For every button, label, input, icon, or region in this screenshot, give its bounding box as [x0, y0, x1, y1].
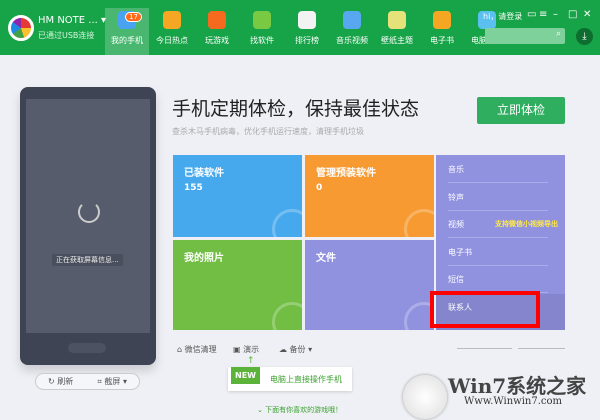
demo-button[interactable]: ▣ 演示	[233, 344, 259, 355]
media-item[interactable]: 铃声	[448, 184, 548, 211]
nav-label: 玩游戏	[205, 36, 229, 45]
device-label: HM NOTE ...	[38, 15, 98, 26]
media-item[interactable]: 电子书	[448, 239, 548, 266]
media-item[interactable]: 音乐	[448, 156, 548, 183]
wechat-label: 微信清理	[184, 345, 217, 354]
watermark-logo	[403, 375, 447, 419]
wrench-icon	[404, 209, 434, 237]
nav-label: 今日热点	[156, 36, 188, 45]
nav-tab-5[interactable]: 音乐视频	[330, 8, 374, 55]
usb-status: 已通过USB连接	[38, 31, 95, 40]
screenshot-button[interactable]: ⌗ 截屏 ▾	[97, 376, 127, 387]
nav-label: 找软件	[250, 36, 274, 45]
refresh-label: 刷新	[57, 377, 74, 386]
nav-icon	[298, 11, 316, 29]
backup-label: 备份	[289, 345, 306, 354]
update-badge: 17	[125, 12, 142, 22]
app-logo	[8, 15, 34, 41]
phone-actions: ↻ 刷新 ⌗ 截屏 ▾	[35, 373, 140, 390]
tile-preinstalled-apps[interactable]: 管理预装软件 0	[305, 155, 434, 237]
close-button[interactable]: ✕	[583, 9, 591, 20]
nav-icon	[208, 11, 226, 29]
nav-icon	[253, 11, 271, 29]
loading-spinner-icon	[78, 201, 100, 223]
tile-label: 已装软件	[184, 168, 224, 179]
arrow-up-icon: ↑	[247, 356, 255, 366]
nav-tab-7[interactable]: 电子书	[420, 8, 464, 55]
download-icon[interactable]: ⤓	[576, 28, 593, 45]
nav-label: 音乐视频	[336, 36, 368, 45]
nav-tab-1[interactable]: 今日热点	[150, 8, 194, 55]
nav-icon	[343, 11, 361, 29]
wechat-clean-button[interactable]: ⌂ 微信清理	[177, 344, 217, 355]
watermark-url: Www.Winwin7.com	[464, 396, 562, 407]
phone-preview: 正在获取屏幕信息...	[20, 87, 156, 365]
highlight-box	[430, 291, 540, 328]
promo-text: 电脑上直接操作手机	[270, 375, 342, 384]
demo-label: 演示	[243, 345, 260, 354]
top-bar: HM NOTE ... ▾ 已通过USB连接 我的手机 今日热点 玩游戏 找软件 排行榜…	[0, 0, 600, 55]
new-tag: NEW	[231, 367, 260, 384]
refresh-button[interactable]: ↻ 刷新	[48, 376, 73, 387]
video-note: 支持微信小视频导出	[495, 220, 558, 228]
feedback-icon[interactable]: ▭	[527, 9, 536, 20]
watermark-title: Win7系统之家	[448, 374, 587, 398]
nav-label: 我的手机	[111, 36, 143, 45]
search-input[interactable]: ⌕	[485, 28, 565, 44]
nav-tab-3[interactable]: 找软件	[240, 8, 284, 55]
tile-count: 155	[184, 183, 203, 193]
page-subtitle: 查杀木马手机病毒，优化手机运行速度，清理手机垃圾	[172, 127, 364, 136]
check-now-button[interactable]: 立即体检	[477, 97, 565, 124]
minimize-button[interactable]: –	[553, 9, 558, 20]
backup-button[interactable]: ☁ 备份 ▾	[279, 344, 312, 355]
nav-icon	[388, 11, 406, 29]
nav-tab-4[interactable]: 排行榜	[285, 8, 329, 55]
nav-label: 电子书	[430, 36, 454, 45]
loading-text: 正在获取屏幕信息...	[52, 254, 123, 266]
page-title: 手机定期体检，保持最佳状态	[172, 98, 420, 120]
crop-icon: ⌗	[97, 377, 102, 386]
tile-label: 我的照片	[184, 253, 224, 264]
storage-bar-phone	[457, 348, 512, 349]
media-item[interactable]: 短信	[448, 266, 548, 293]
games-label: 下面有你喜欢的游戏哦！	[265, 406, 343, 414]
tile-files[interactable]: 文件	[305, 240, 434, 330]
nav-icon	[433, 11, 451, 29]
games-link[interactable]: ⌄ 下面有你喜欢的游戏哦！	[257, 405, 342, 415]
menu-icon[interactable]: ≡	[539, 9, 547, 20]
phone-screen: 正在获取屏幕信息...	[26, 99, 150, 333]
nav-tab-2[interactable]: 玩游戏	[195, 8, 239, 55]
tile-installed-apps[interactable]: 已装软件 155	[173, 155, 302, 237]
nav-icon	[163, 11, 181, 29]
home-button	[68, 343, 106, 353]
apps-icon	[272, 209, 302, 237]
refresh-icon: ↻	[48, 377, 55, 386]
screenshot-label: 截屏	[104, 377, 121, 386]
nav-label: 壁纸主题	[381, 36, 413, 45]
search-icon: ⌕	[555, 29, 561, 39]
promo-banner[interactable]: NEW 电脑上直接操作手机	[228, 367, 352, 391]
tile-label: 管理预装软件	[316, 168, 376, 179]
nav-tab-6[interactable]: 壁纸主题	[375, 8, 419, 55]
tile-count: 0	[316, 183, 323, 193]
maximize-button[interactable]: □	[568, 9, 577, 20]
login-link[interactable]: hi，请登录	[483, 11, 522, 22]
storage-bar-sd	[518, 348, 565, 349]
tile-label: 文件	[316, 253, 336, 264]
nav-label: 排行榜	[295, 36, 319, 45]
device-name[interactable]: HM NOTE ... ▾	[38, 15, 106, 26]
photo-icon	[272, 302, 302, 330]
tile-photos[interactable]: 我的照片	[173, 240, 302, 330]
